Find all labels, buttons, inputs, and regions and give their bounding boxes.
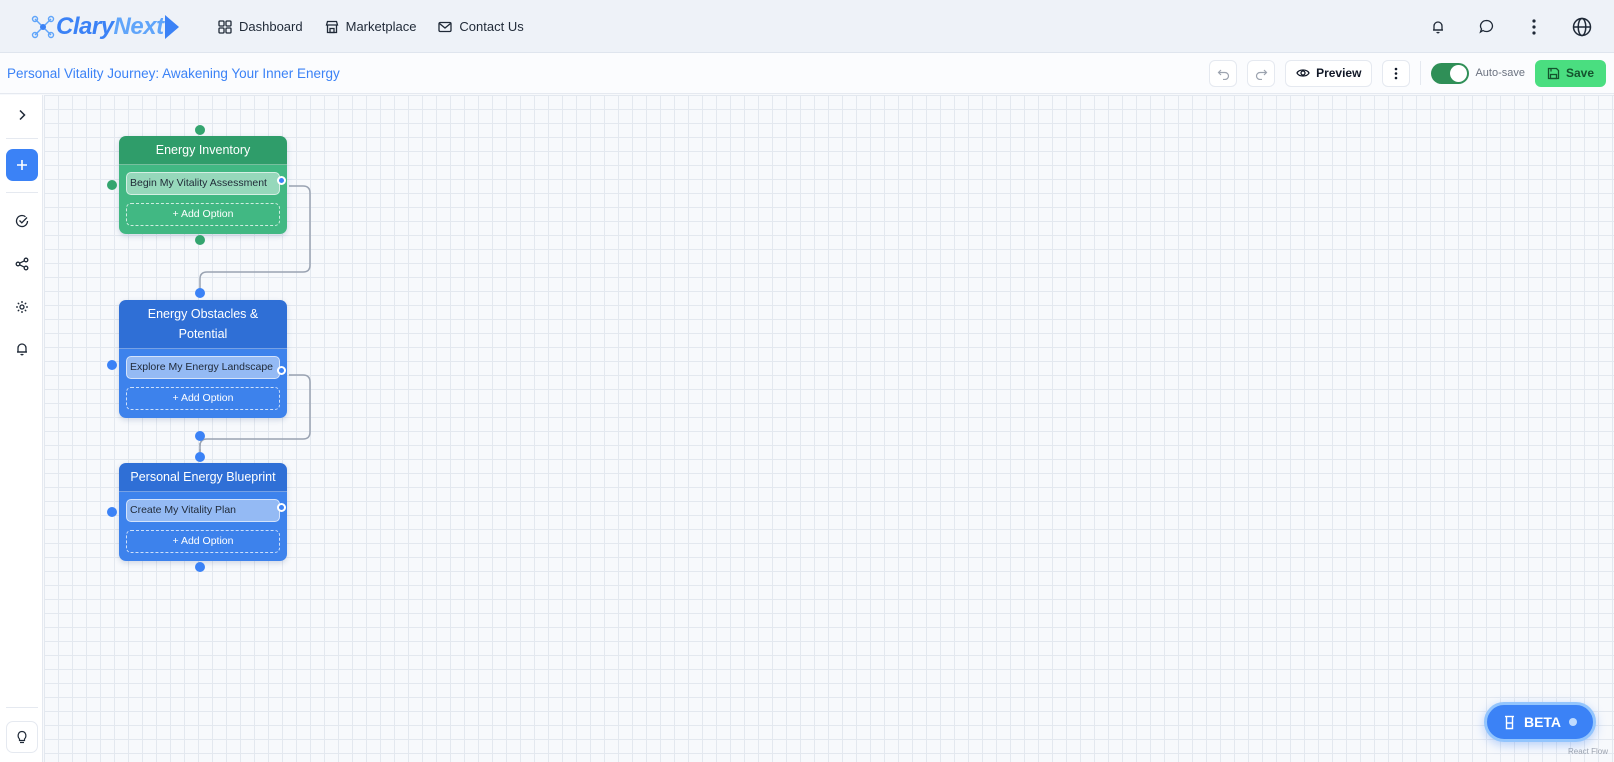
toggle-knob xyxy=(1450,64,1468,82)
main-nav: Dashboard Marketplace Contact Us xyxy=(218,0,524,53)
node-title[interactable]: Personal Energy Blueprint xyxy=(119,463,287,492)
option-handle-right[interactable] xyxy=(277,366,286,375)
add-node-button[interactable] xyxy=(6,149,38,181)
flow-node-energy-blueprint[interactable]: Personal Energy Blueprint Create My Vita… xyxy=(119,463,287,561)
kebab-icon xyxy=(1395,67,1398,79)
share-button[interactable] xyxy=(6,248,38,280)
node-title[interactable]: Energy Inventory xyxy=(119,136,287,165)
node-handle-left[interactable] xyxy=(107,507,117,517)
chat-button[interactable] xyxy=(1476,17,1496,37)
node-handle-top[interactable] xyxy=(195,288,205,298)
node-handle-bottom[interactable] xyxy=(195,431,205,441)
beta-button[interactable]: BETA xyxy=(1484,702,1596,742)
top-navbar: Clary Next Dashboard Marketplace Contact … xyxy=(0,0,1614,53)
brand-part2: Next xyxy=(113,13,165,40)
node-handle-bottom[interactable] xyxy=(195,562,205,572)
nav-marketplace[interactable]: Marketplace xyxy=(325,19,417,34)
node-body: Begin My Vitality Assessment + Add Optio… xyxy=(119,165,287,234)
gear-icon xyxy=(16,301,28,313)
brand-logo[interactable]: Clary Next xyxy=(30,12,180,42)
node-title[interactable]: Energy Obstacles & Potential xyxy=(119,300,287,349)
node-body: Create My Vitality Plan + Add Option xyxy=(119,492,287,561)
settings-button[interactable] xyxy=(6,291,38,323)
toolbar-divider xyxy=(1420,61,1422,85)
option-handle-right[interactable] xyxy=(277,176,286,185)
chevron-right-icon xyxy=(19,109,26,121)
globe-icon xyxy=(1572,17,1592,36)
save-label: Save xyxy=(1565,66,1594,80)
flow-toolbar: Personal Vitality Journey: Awakening You… xyxy=(0,53,1614,94)
node-handle-bottom[interactable] xyxy=(195,235,205,245)
notification-button[interactable] xyxy=(1428,17,1448,37)
flow-canvas[interactable]: Energy Inventory Begin My Vitality Asses… xyxy=(44,95,1614,762)
play-arrow-icon xyxy=(164,15,179,39)
store-icon xyxy=(325,20,338,33)
node-body: Explore My Energy Landscape + Add Option xyxy=(119,349,287,418)
nav-contact-label: Contact Us xyxy=(459,19,524,34)
add-option-button[interactable]: + Add Option xyxy=(126,387,280,410)
flask-icon xyxy=(1504,715,1514,729)
brand-wordmark: Clary Next xyxy=(56,13,180,41)
add-option-button[interactable]: + Add Option xyxy=(126,530,280,553)
undo-icon xyxy=(1217,69,1229,80)
chat-bubble-icon xyxy=(1478,19,1493,34)
plus-icon xyxy=(17,160,27,170)
lightbulb-icon xyxy=(17,730,27,744)
flow-options-button[interactable] xyxy=(1382,59,1411,87)
node-option[interactable]: Begin My Vitality Assessment xyxy=(126,172,280,195)
redo-button[interactable] xyxy=(1247,59,1276,87)
flow-node-energy-inventory[interactable]: Energy Inventory Begin My Vitality Asses… xyxy=(119,136,287,234)
nav-dashboard[interactable]: Dashboard xyxy=(218,19,303,34)
sidebar-divider xyxy=(6,707,38,708)
autosave-label: Auto-save xyxy=(1475,67,1525,79)
nav-dashboard-label: Dashboard xyxy=(239,19,303,34)
beta-status-dot xyxy=(1569,718,1578,726)
sidebar-divider xyxy=(6,192,38,193)
check-circle-icon xyxy=(15,214,29,228)
node-option[interactable]: Create My Vitality Plan xyxy=(126,499,280,522)
more-menu-button[interactable] xyxy=(1524,17,1544,37)
toolbar-actions: Preview Auto-save Save xyxy=(1209,59,1606,87)
floppy-disk-icon xyxy=(1547,67,1560,79)
dashboard-icon xyxy=(218,19,232,34)
molecule-icon xyxy=(31,15,55,39)
bell-icon xyxy=(17,343,27,356)
kebab-icon xyxy=(1532,18,1536,35)
node-handle-top[interactable] xyxy=(195,125,205,135)
preview-button[interactable]: Preview xyxy=(1285,59,1373,87)
node-handle-left[interactable] xyxy=(107,360,117,370)
sidebar-divider xyxy=(6,138,38,139)
autosave-toggle[interactable] xyxy=(1431,62,1470,84)
expand-sidebar-button[interactable] xyxy=(6,99,38,131)
bell-icon xyxy=(1433,20,1443,33)
flow-node-energy-obstacles[interactable]: Energy Obstacles & Potential Explore My … xyxy=(119,300,287,418)
save-button[interactable]: Save xyxy=(1534,59,1606,87)
eye-icon xyxy=(1296,69,1310,77)
node-handle-top[interactable] xyxy=(195,452,205,462)
notifications-rail-button[interactable] xyxy=(6,333,38,365)
node-option[interactable]: Explore My Energy Landscape xyxy=(126,356,280,379)
left-sidebar xyxy=(0,95,43,762)
preview-label: Preview xyxy=(1316,66,1362,80)
top-actions xyxy=(1428,0,1592,53)
add-option-button[interactable]: + Add Option xyxy=(126,203,280,226)
brand-part1: Clary xyxy=(56,13,114,40)
nav-marketplace-label: Marketplace xyxy=(345,19,417,34)
mail-icon xyxy=(438,21,453,32)
beta-label: BETA xyxy=(1523,714,1562,730)
share-icon xyxy=(15,257,29,271)
tips-button[interactable] xyxy=(6,721,38,753)
undo-button[interactable] xyxy=(1209,59,1238,87)
option-handle-right[interactable] xyxy=(277,503,286,512)
redo-icon xyxy=(1255,69,1267,80)
node-handle-left[interactable] xyxy=(107,180,117,190)
flow-title[interactable]: Personal Vitality Journey: Awakening You… xyxy=(7,66,340,81)
nav-contact[interactable]: Contact Us xyxy=(438,19,524,34)
language-button[interactable] xyxy=(1572,17,1592,37)
react-flow-attribution[interactable]: React Flow xyxy=(1568,747,1608,756)
validate-button[interactable] xyxy=(6,205,38,237)
